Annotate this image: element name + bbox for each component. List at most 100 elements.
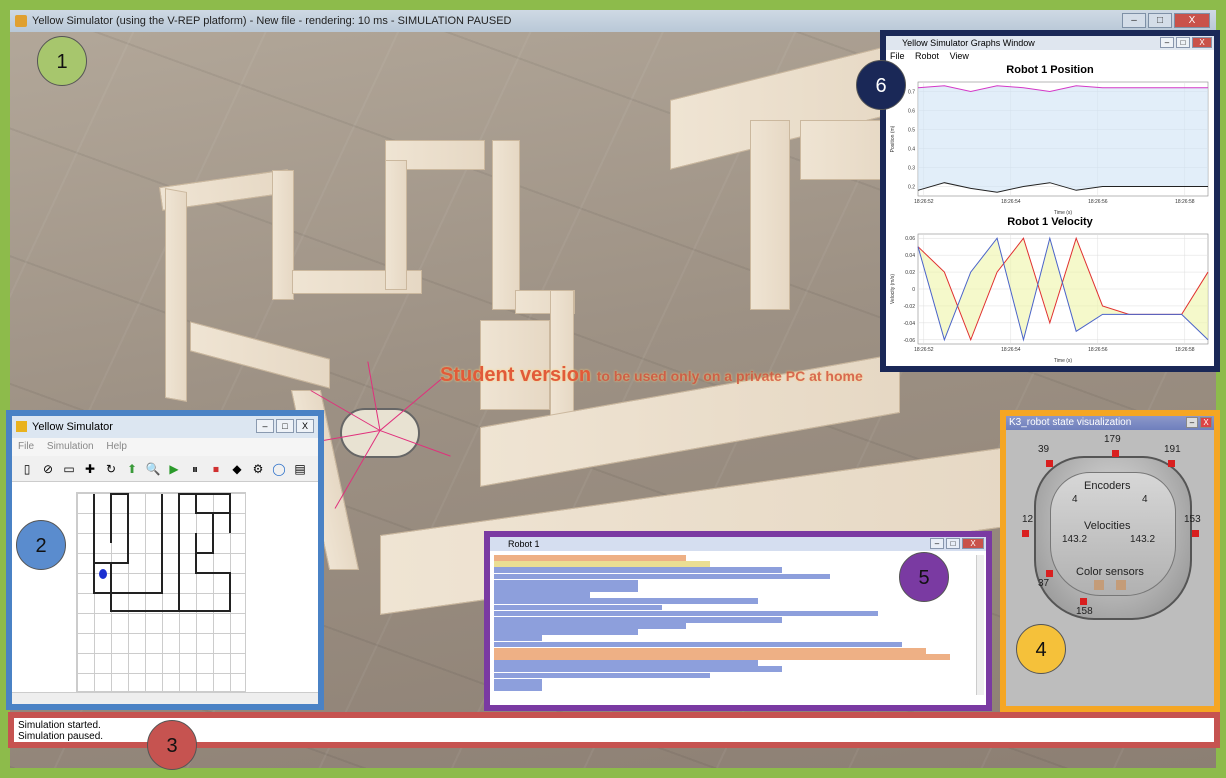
graphs-menu-file[interactable]: File bbox=[890, 51, 905, 61]
velocity-left-value: 143.2 bbox=[1062, 534, 1088, 545]
settings-icon[interactable]: ⚙ bbox=[249, 460, 267, 478]
maze-wall bbox=[492, 140, 520, 310]
graphs-minimize-button[interactable]: – bbox=[1160, 37, 1174, 48]
y-tick-label: 0.2 bbox=[908, 185, 915, 191]
main-titlebar: Yellow Simulator (using the V-REP platfo… bbox=[10, 10, 1216, 32]
yellow-sim-maximize-button[interactable]: □ bbox=[276, 419, 294, 433]
yellow-sim-title: Yellow Simulator bbox=[32, 421, 113, 433]
log-line: Simulation started. bbox=[18, 720, 101, 731]
graphs-menu-robot[interactable]: Robot bbox=[915, 51, 939, 61]
velocity-chart: 0.06 0.04 0.02 0 -0.02 -0.04 -0.06 18:26:52 18:2… bbox=[890, 233, 1209, 364]
sensor-bottom bbox=[1080, 598, 1087, 605]
code-line bbox=[494, 604, 662, 611]
encoder-left-value: 4 bbox=[1072, 494, 1078, 505]
up-icon[interactable]: ⬆ bbox=[123, 460, 141, 478]
sensor-top bbox=[1112, 450, 1119, 457]
code-line bbox=[494, 610, 878, 617]
yellow-sim-menu: File Simulation Help bbox=[12, 438, 318, 456]
menu-simulation[interactable]: Simulation bbox=[47, 441, 94, 452]
color-sensors-label: Color sensors bbox=[1076, 566, 1144, 578]
badge-3: 3 bbox=[147, 720, 197, 770]
velocity-chart-title: Robot 1 Velocity bbox=[1007, 216, 1093, 228]
menu-help[interactable]: Help bbox=[106, 441, 127, 452]
rotate-icon[interactable]: ↻ bbox=[102, 460, 120, 478]
graphs-maximize-button[interactable]: □ bbox=[1176, 37, 1190, 48]
pause-icon[interactable]: ⏸ bbox=[186, 460, 204, 478]
code-line bbox=[494, 598, 758, 605]
x-tick-label: 18:26:56 bbox=[1088, 199, 1108, 205]
graphs-menu-view[interactable]: View bbox=[950, 51, 969, 61]
x-tick-label: 18:26:54 bbox=[1001, 199, 1021, 205]
y-tick-label: 0.3 bbox=[908, 166, 915, 172]
y-tick-label: -0.06 bbox=[904, 338, 916, 344]
maze-wall bbox=[550, 290, 574, 420]
edit-icon[interactable]: ⊘ bbox=[39, 460, 57, 478]
minimize-button[interactable]: – bbox=[1122, 13, 1146, 28]
graphs-close-button[interactable]: X bbox=[1192, 37, 1212, 48]
sensor-value-top: 179 bbox=[1104, 434, 1121, 445]
menu-file[interactable]: File bbox=[18, 441, 34, 452]
yellow-sim-statusbar bbox=[12, 692, 318, 704]
yellow-sim-close-button[interactable]: X bbox=[296, 419, 314, 433]
badge-1: 1 bbox=[37, 36, 87, 86]
maze-wall bbox=[190, 321, 330, 389]
code-line bbox=[494, 660, 758, 666]
y-tick-label: 0.6 bbox=[908, 109, 915, 115]
code-line bbox=[494, 672, 710, 679]
code-editor-title: Robot 1 bbox=[508, 539, 540, 549]
stop-icon[interactable]: ⏹ bbox=[207, 460, 225, 478]
zoom-icon[interactable]: 🔍 bbox=[144, 460, 162, 478]
window-title: Yellow Simulator (using the V-REP platfo… bbox=[32, 15, 512, 27]
code-line bbox=[494, 555, 686, 561]
y-tick-label: 0 bbox=[912, 287, 915, 293]
color-sensor-right bbox=[1116, 580, 1126, 590]
robot-state-minimize-button[interactable]: – bbox=[1186, 417, 1198, 428]
save-icon[interactable]: ▭ bbox=[60, 460, 78, 478]
code-line bbox=[494, 635, 542, 642]
play-icon[interactable]: ▶ bbox=[165, 460, 183, 478]
code-line bbox=[494, 592, 590, 598]
y-tick-label: 0.04 bbox=[905, 253, 915, 259]
sensor-right bbox=[1192, 530, 1199, 537]
series-fill bbox=[918, 85, 1208, 193]
code-editor-minimize-button[interactable]: – bbox=[930, 538, 944, 549]
sensor-value-bottom: 158 bbox=[1076, 606, 1093, 617]
x-tick-label: 18:26:54 bbox=[1001, 347, 1021, 353]
sensor-top-right bbox=[1168, 460, 1175, 467]
yellow-sim-toolbar: ▯ ⊘ ▭ ✚ ↻ ⬆ 🔍 ▶ ⏸ ⏹ ◆ ⚙ ◯ ▤ bbox=[12, 456, 318, 482]
code-editor-titlebar: Robot 1 – □ X bbox=[490, 537, 986, 551]
code-line bbox=[494, 579, 638, 586]
robot-model[interactable] bbox=[340, 408, 420, 458]
graphs-title: Yellow Simulator Graphs Window bbox=[902, 38, 1035, 48]
y-tick-label: -0.02 bbox=[904, 304, 916, 310]
x-tick-label: 18:26:58 bbox=[1175, 199, 1195, 205]
color-sensor-left bbox=[1094, 580, 1104, 590]
maze-grid[interactable] bbox=[76, 492, 246, 692]
monitor-icon[interactable]: ▤ bbox=[291, 460, 309, 478]
student-version-watermark: Student version to be used only on a pri… bbox=[440, 364, 863, 386]
graphs-window[interactable]: Yellow Simulator Graphs Window – □ X Fil… bbox=[880, 30, 1220, 372]
close-button[interactable]: X bbox=[1174, 13, 1210, 28]
code-line bbox=[494, 585, 638, 592]
robot-state-title: K3_robot state visualization bbox=[1009, 417, 1132, 428]
maximize-button[interactable]: □ bbox=[1148, 13, 1172, 28]
new-file-icon[interactable]: ▯ bbox=[18, 460, 36, 478]
code-editor-close-button[interactable]: X bbox=[962, 538, 984, 549]
position-chart: 0.2 0.3 0.4 0.5 0.6 0.7 18:26:52 18:26:54 18:26:… bbox=[890, 81, 1209, 216]
move-icon[interactable]: ✚ bbox=[81, 460, 99, 478]
code-line bbox=[494, 623, 686, 629]
robot-state-close-button[interactable]: X bbox=[1200, 417, 1212, 428]
yellow-sim-icon bbox=[16, 421, 27, 432]
reset-icon[interactable]: ◯ bbox=[270, 460, 288, 478]
x-tick-label: 18:26:52 bbox=[914, 347, 934, 353]
robot-icon[interactable]: ◆ bbox=[228, 460, 246, 478]
app-icon bbox=[15, 15, 27, 27]
code-line bbox=[494, 629, 638, 636]
code-editor-maximize-button[interactable]: □ bbox=[946, 538, 960, 549]
x-tick-label: 18:26:56 bbox=[1088, 347, 1108, 353]
y-axis-label: Velocity (m/s) bbox=[890, 274, 896, 304]
code-scrollbar[interactable] bbox=[976, 555, 984, 695]
yellow-sim-minimize-button[interactable]: – bbox=[256, 419, 274, 433]
y-axis-label: Position (m) bbox=[890, 125, 896, 152]
sensor-top-left bbox=[1046, 460, 1053, 467]
